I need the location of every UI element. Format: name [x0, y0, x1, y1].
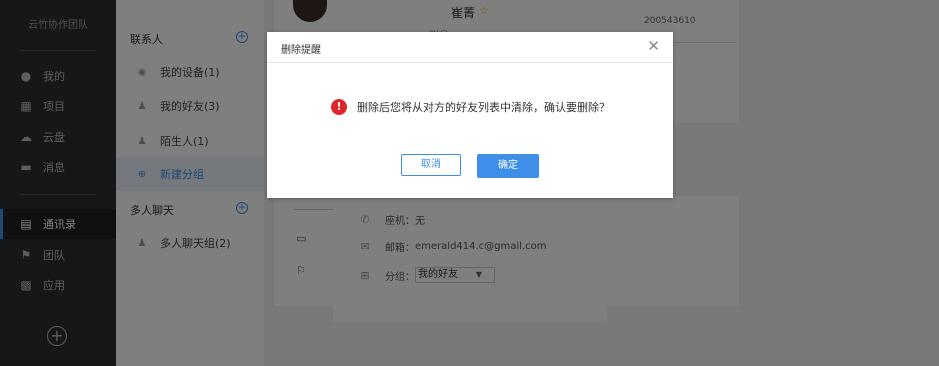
delete-confirm-dialog: 删除提醒 ✕ ! 删除后您将从对方的好友列表中清除，确认要删除？ 取消 确定 [267, 32, 673, 198]
dialog-message-row: ! 删除后您将从对方的好友列表中清除，确认要删除？ [331, 99, 610, 115]
dialog-message: 删除后您将从对方的好友列表中清除，确认要删除？ [357, 101, 610, 114]
warning-icon: ! [331, 99, 347, 115]
confirm-button[interactable]: 确定 [477, 154, 539, 178]
cancel-button[interactable]: 取消 [401, 154, 461, 176]
close-icon[interactable]: ✕ [647, 37, 660, 55]
dialog-header: 删除提醒 ✕ [267, 32, 673, 63]
dialog-title: 删除提醒 [281, 45, 321, 56]
